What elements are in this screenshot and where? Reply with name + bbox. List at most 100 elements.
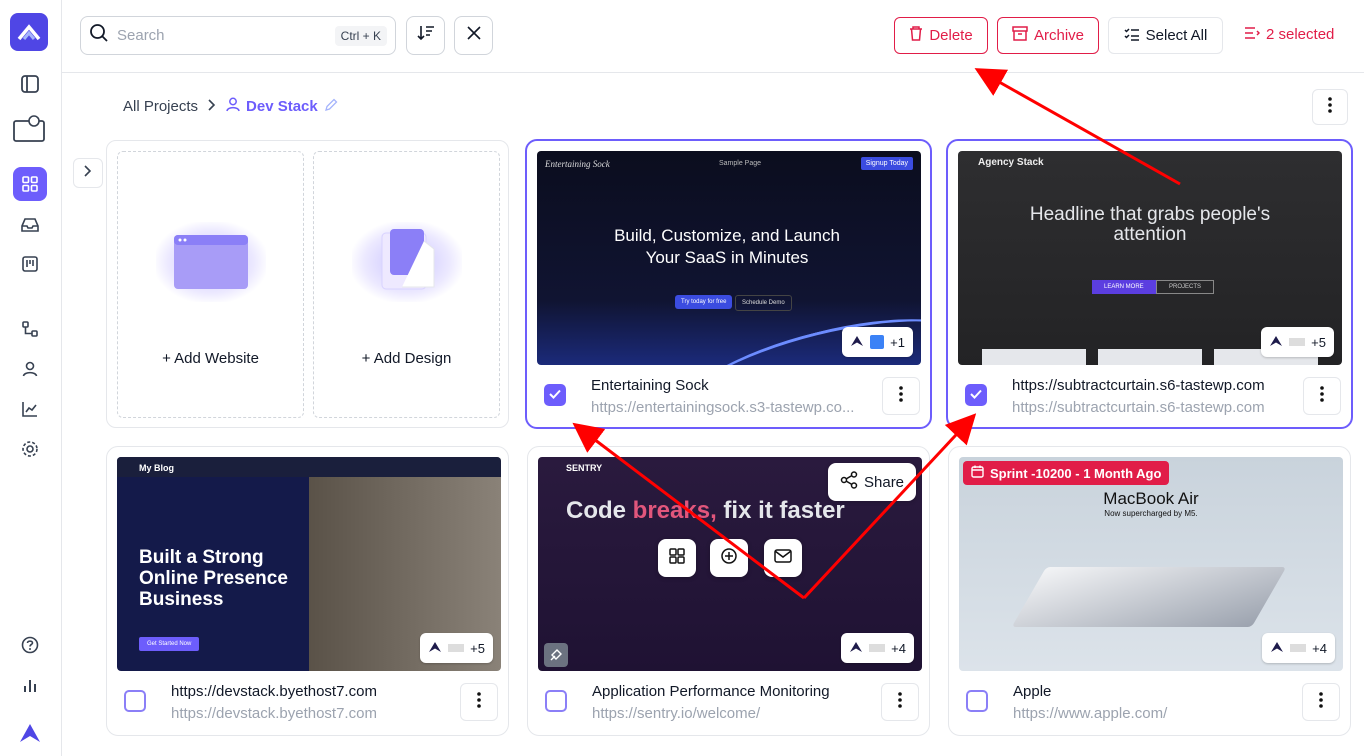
sort-button[interactable]: [406, 16, 445, 55]
card-url[interactable]: https://sentry.io/welcome/: [592, 705, 872, 722]
badge-count: +4: [1312, 640, 1327, 656]
plug-icon[interactable]: [544, 643, 568, 667]
search-shortcut: Ctrl + K: [334, 25, 387, 46]
card-menu-button[interactable]: [882, 377, 920, 415]
project-card[interactable]: My Blog Built a Strong Online Presence B…: [106, 446, 509, 736]
card-title[interactable]: https://subtractcurtain.s6-tastewp.com: [1012, 377, 1292, 394]
select-all-button[interactable]: Select All: [1108, 17, 1223, 54]
selected-count[interactable]: 2 selected: [1244, 26, 1334, 43]
card-checkbox[interactable]: [124, 690, 146, 712]
archive-button[interactable]: Archive: [997, 17, 1099, 54]
card-menu-button[interactable]: [1302, 683, 1340, 721]
card-thumbnail[interactable]: My Blog Built a Strong Online Presence B…: [117, 457, 501, 671]
version-thumb-icon: [870, 335, 885, 349]
bar-chart-icon[interactable]: [13, 668, 47, 702]
card-title[interactable]: Application Performance Monitoring: [592, 683, 872, 700]
card-thumbnail[interactable]: Entertaining Sock Sample Page Signup Tod…: [537, 151, 921, 365]
clear-button[interactable]: [454, 16, 493, 55]
card-menu-button[interactable]: [881, 683, 919, 721]
delete-button[interactable]: Delete: [894, 17, 988, 54]
share-label: Share: [864, 473, 905, 491]
version-thumb-icon: [869, 644, 886, 652]
close-icon: [466, 26, 481, 45]
card-checkbox[interactable]: [966, 690, 988, 712]
search-box[interactable]: Ctrl + K: [80, 16, 396, 55]
email-button[interactable]: [764, 539, 802, 577]
sprint-tag[interactable]: Sprint -10200 - 1 Month Ago: [963, 461, 1170, 485]
badge-count: +5: [1311, 334, 1326, 350]
thumb-button-secondary: PROJECTS: [1156, 280, 1215, 294]
plus-bubble-icon: [720, 547, 738, 570]
add-design-card[interactable]: + Add Design: [313, 151, 500, 418]
version-badge[interactable]: +4: [1262, 633, 1335, 663]
kebab-icon: [899, 385, 903, 407]
analytics-icon[interactable]: [13, 392, 47, 426]
more-options-button[interactable]: [1312, 89, 1348, 125]
project-name: Dev Stack: [246, 98, 318, 115]
kebab-icon: [477, 691, 481, 713]
select-all-label: Select All: [1145, 27, 1208, 44]
calendar-icon: [971, 465, 984, 481]
monitor-settings-icon[interactable]: [10, 112, 50, 146]
settings-icon[interactable]: [13, 432, 47, 466]
card-thumbnail[interactable]: SENTRY Code breaks, fix it faster Share …: [538, 457, 922, 671]
edit-pencil-icon[interactable]: [324, 98, 338, 116]
project-card[interactable]: SENTRY Code breaks, fix it faster Share …: [527, 446, 930, 736]
version-badge[interactable]: +1: [842, 327, 913, 357]
project-card[interactable]: Sprint -10200 - 1 Month Ago MacBook Air …: [948, 446, 1351, 736]
card-url[interactable]: https://subtractcurtain.s6-tastewp.com: [1012, 399, 1292, 416]
card-menu-button[interactable]: [1303, 377, 1341, 415]
card-checkbox[interactable]: [545, 690, 567, 712]
search-input[interactable]: [117, 27, 335, 44]
card-thumbnail[interactable]: Agency Stack Headline that grabs people'…: [958, 151, 1342, 365]
user-icon[interactable]: [13, 352, 47, 386]
card-title[interactable]: https://devstack.byethost7.com: [171, 683, 451, 700]
delete-label: Delete: [929, 27, 973, 44]
app-logo[interactable]: [10, 13, 48, 51]
kanban-icon[interactable]: [13, 247, 47, 281]
user-icon: [226, 97, 240, 116]
version-badge[interactable]: +5: [1261, 327, 1334, 357]
card-checkbox[interactable]: [965, 384, 987, 406]
kebab-icon: [898, 691, 902, 713]
sprint-label: Sprint -10200 - 1 Month Ago: [990, 465, 1162, 481]
version-badge[interactable]: +5: [420, 633, 493, 663]
app-mark-icon: [849, 641, 863, 656]
thumb-brand: Entertaining Sock: [545, 159, 610, 169]
app-mark-icon: [428, 641, 442, 656]
breadcrumb-current: Dev Stack: [226, 97, 338, 116]
share-icon: [840, 471, 858, 493]
open-dashboard-button[interactable]: [658, 539, 696, 577]
add-feedback-button[interactable]: [710, 539, 748, 577]
check-icon: [549, 386, 561, 404]
card-title[interactable]: Entertaining Sock: [591, 377, 871, 394]
thumb-headline: Build, Customize, and Launch Your SaaS i…: [614, 226, 840, 267]
card-url[interactable]: https://entertainingsock.s3-tastewp.co..…: [591, 399, 871, 416]
project-card[interactable]: Agency Stack Headline that grabs people'…: [946, 139, 1353, 429]
workflow-icon[interactable]: [13, 312, 47, 346]
version-badge[interactable]: +4: [841, 633, 914, 663]
card-url[interactable]: https://www.apple.com/: [1013, 705, 1293, 722]
share-button[interactable]: Share: [828, 463, 917, 501]
card-url[interactable]: https://devstack.byethost7.com: [171, 705, 451, 722]
expand-panel-button[interactable]: [73, 158, 103, 188]
selected-count-label: 2 selected: [1266, 26, 1335, 43]
trash-icon: [909, 26, 923, 45]
card-menu-button[interactable]: [460, 683, 498, 721]
toggle-sidebar-icon[interactable]: [13, 67, 47, 101]
checklist-icon: [1124, 27, 1140, 45]
thumb-button-secondary: Schedule Demo: [735, 295, 792, 311]
card-thumbnail[interactable]: Sprint -10200 - 1 Month Ago MacBook Air …: [959, 457, 1343, 671]
breadcrumb-root[interactable]: All Projects: [123, 98, 198, 115]
project-card[interactable]: Entertaining Sock Sample Page Signup Tod…: [525, 139, 932, 429]
grid-icon[interactable]: [13, 167, 47, 201]
card-checkbox[interactable]: [544, 384, 566, 406]
add-website-card[interactable]: + Add Website: [117, 151, 304, 418]
card-title[interactable]: Apple: [1013, 683, 1293, 700]
sidebar: [0, 0, 62, 756]
badge-count: +4: [891, 640, 906, 656]
thumb-headline: Code breaks, fix it faster: [566, 497, 845, 524]
help-icon[interactable]: [13, 628, 47, 662]
badge-count: +1: [890, 334, 905, 350]
inbox-icon[interactable]: [13, 208, 47, 242]
